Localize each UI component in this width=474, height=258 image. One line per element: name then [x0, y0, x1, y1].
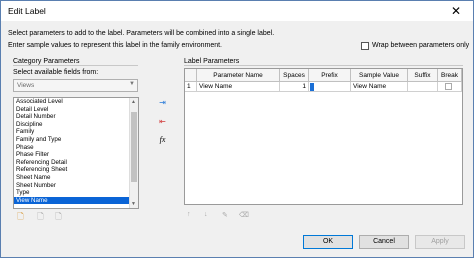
wrap-between-parameters-label: Wrap between parameters only [372, 42, 470, 49]
window-title: Edit Label [8, 6, 46, 16]
field-list-item[interactable]: Phase Filter [14, 151, 129, 159]
available-fields-list[interactable]: Associated Level Detail Level Detail Numbe… [13, 97, 139, 209]
chevron-down-icon: ▼ [129, 81, 135, 87]
scroll-down-icon[interactable]: ▼ [131, 201, 136, 207]
field-list-item[interactable]: Family [14, 128, 129, 136]
row-index: 1 [185, 82, 197, 92]
move-up-icon[interactable]: ↑ [187, 211, 191, 218]
field-list-item[interactable]: Sheet Name [14, 174, 129, 182]
column-header[interactable]: Break [438, 69, 462, 82]
suffix-cell[interactable] [408, 82, 438, 92]
spaces-cell[interactable]: 1 [280, 82, 309, 92]
field-list-item[interactable]: View Name [14, 196, 129, 205]
title-bar: Edit Label ✕ [1, 1, 473, 21]
instruction-line-1: Select parameters to add to the label. P… [8, 30, 275, 37]
category-parameters-title: Category Parameters [13, 58, 80, 65]
field-list-item[interactable]: Phase [14, 144, 129, 152]
category-separator [13, 65, 138, 66]
column-header[interactable]: Spaces [280, 69, 309, 82]
wrap-between-parameters-checkbox[interactable] [361, 42, 369, 50]
break-cell[interactable] [438, 82, 462, 92]
add-parameter-icon[interactable]: ⇥ [156, 97, 169, 108]
edit-parameter-icon[interactable]: 🗋 [35, 211, 46, 223]
label-parameters-title: Label Parameters [184, 58, 240, 65]
new-parameter-icon[interactable]: 🗋 [15, 211, 26, 223]
fields-scrollbar[interactable]: ▲ ▼ [129, 98, 138, 208]
field-list-item[interactable]: Detail Level [14, 106, 129, 114]
label-parameters-grid[interactable]: Parameter Name Spaces Prefix Sample Valu… [184, 68, 463, 205]
delete-parameter-icon[interactable]: ⌫ [239, 211, 249, 219]
fx-icon[interactable]: fx [156, 134, 169, 145]
delete-parameter-icon[interactable]: 🗋 [53, 211, 64, 223]
field-list-item[interactable]: Referencing Sheet [14, 166, 129, 174]
edit-parameter-icon[interactable]: ✎ [222, 211, 228, 219]
label-separator [184, 65, 463, 66]
column-header[interactable]: Sample Value [351, 69, 408, 82]
text-cursor [310, 83, 314, 91]
parameter-name-cell[interactable]: View Name [197, 82, 280, 92]
prefix-cell[interactable] [309, 82, 351, 92]
row-index-header [185, 69, 197, 82]
instruction-line-2: Enter sample values to represent this la… [8, 42, 222, 49]
field-list-item[interactable]: Associated Level [14, 98, 129, 106]
fields-container: Associated Level Detail Level Detail Numbe… [14, 98, 138, 205]
sample-value-cell[interactable]: View Name [351, 82, 408, 92]
ok-button[interactable]: OK [303, 235, 353, 249]
field-list-item[interactable]: Discipline [14, 121, 129, 129]
available-fields-value: Views [17, 82, 35, 89]
field-list-item[interactable]: Type [14, 189, 129, 197]
scrollbar-thumb[interactable] [131, 112, 137, 182]
scroll-up-icon[interactable]: ▲ [131, 99, 136, 105]
field-list-item[interactable]: Sheet Number [14, 182, 129, 190]
move-down-icon[interactable]: ↓ [204, 211, 208, 218]
cancel-button[interactable]: Cancel [359, 235, 409, 249]
column-header[interactable]: Suffix [408, 69, 438, 82]
field-list-item[interactable]: Family and Type [14, 136, 129, 144]
edit-label-dialog: Edit Label ✕ Select parameters to add to… [0, 0, 474, 258]
field-list-item[interactable]: Referencing Detail [14, 159, 129, 167]
column-header[interactable]: Parameter Name [197, 69, 280, 82]
remove-parameter-icon[interactable]: ⇤ [156, 116, 169, 127]
available-fields-select[interactable]: Views ▼ [13, 79, 138, 92]
close-icon[interactable]: ✕ [439, 1, 473, 21]
apply-button[interactable]: Apply [415, 235, 465, 249]
break-checkbox[interactable] [445, 83, 452, 90]
select-fields-label: Select available fields from: [13, 69, 99, 76]
column-header[interactable]: Prefix [309, 69, 351, 82]
field-list-item[interactable]: Detail Number [14, 113, 129, 121]
